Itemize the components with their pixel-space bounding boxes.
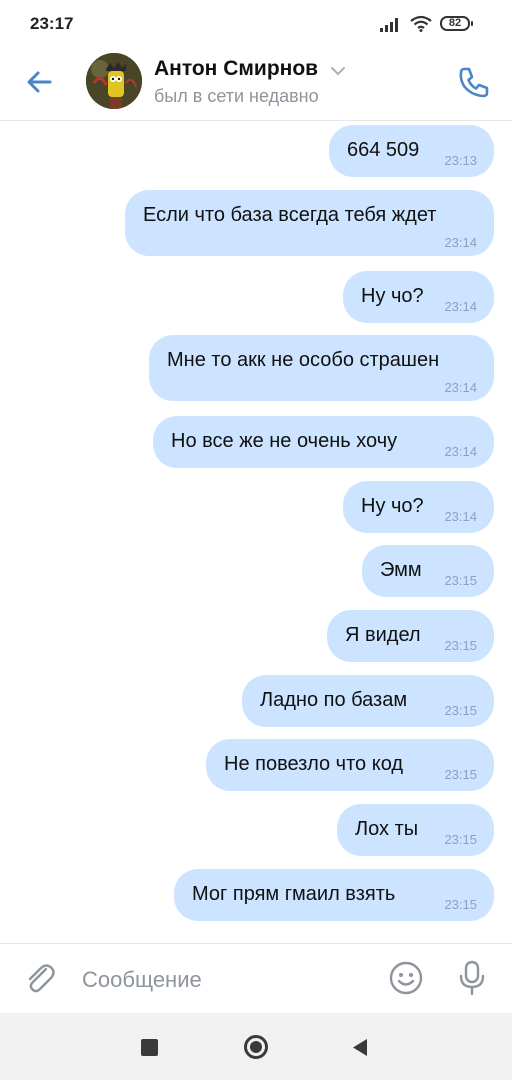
message-bubble[interactable]: Но все же не очень хочу 23:14 [153, 416, 494, 468]
message-time: 23:14 [444, 444, 477, 459]
system-nav-bar [0, 1013, 512, 1080]
emoji-icon[interactable] [388, 960, 424, 996]
message-bubble[interactable]: Мог прям гмаил взять 23:15 [174, 869, 494, 921]
message-text: Ладно по базам [260, 689, 408, 711]
message-text: Мог прям гмаил взять [192, 883, 396, 905]
message-text: Не повезло что код [224, 753, 404, 775]
back-triangle-icon[interactable] [352, 1038, 368, 1057]
message-text: Лох ты [355, 818, 419, 840]
message-bubble[interactable]: Ладно по базам 23:15 [242, 675, 494, 727]
message-text: Эмм [380, 559, 422, 581]
message-time: 23:15 [444, 897, 477, 912]
recents-square-icon[interactable] [141, 1039, 158, 1056]
paperclip-icon[interactable] [22, 960, 58, 996]
chat-header: Антон Смирнов был в сети недавно [0, 48, 512, 121]
status-icons: 82 [380, 14, 490, 34]
message-text: Но все же не очень хочу [171, 430, 398, 452]
message-time: 23:15 [444, 767, 477, 782]
battery-icon: 82 [440, 16, 473, 31]
message-list[interactable]: 664 509 23:13 Если что база всегда тебя … [0, 121, 512, 943]
wifi-icon [410, 15, 432, 32]
chevron-down-icon[interactable] [330, 66, 346, 76]
message-input[interactable] [80, 960, 374, 1000]
message-time: 23:14 [444, 509, 477, 524]
message-text: Мне то акк не особо страшен [167, 349, 440, 371]
microphone-icon[interactable] [454, 959, 490, 997]
home-circle-icon[interactable] [244, 1035, 268, 1059]
avatar-image [86, 53, 142, 109]
message-bubble[interactable]: Ну чо? 23:14 [343, 271, 494, 323]
message-text: Ну чо? [361, 495, 424, 517]
message-time: 23:14 [444, 380, 477, 395]
signal-icon [380, 18, 398, 32]
composer-bar [0, 943, 512, 1014]
message-time: 23:14 [444, 235, 477, 250]
message-text: Если что база всегда тебя ждет [143, 204, 437, 226]
message-text: 664 509 [347, 139, 420, 161]
message-bubble[interactable]: Не повезло что код 23:15 [206, 739, 494, 791]
message-text: Ну чо? [361, 285, 424, 307]
message-time: 23:15 [444, 703, 477, 718]
message-bubble[interactable]: 664 509 23:13 [329, 125, 494, 177]
message-bubble[interactable]: Мне то акк не особо страшен 23:14 [149, 335, 494, 401]
message-time: 23:13 [444, 153, 477, 168]
status-bar: 23:17 82 [0, 0, 512, 48]
message-bubble[interactable]: Ну чо? 23:14 [343, 481, 494, 533]
status-time: 23:17 [30, 14, 74, 33]
message-bubble[interactable]: Если что база всегда тебя ждет 23:14 [125, 190, 494, 256]
message-bubble[interactable]: Я видел 23:15 [327, 610, 494, 662]
phone-icon[interactable] [454, 62, 494, 102]
avatar[interactable] [86, 53, 142, 109]
back-arrow-icon[interactable] [20, 62, 60, 102]
message-time: 23:15 [444, 638, 477, 653]
message-bubble[interactable]: Эмм 23:15 [362, 545, 494, 597]
message-time: 23:14 [444, 299, 477, 314]
message-time: 23:15 [444, 832, 477, 847]
contact-status: был в сети недавно [154, 86, 319, 106]
message-time: 23:15 [444, 573, 477, 588]
message-text: Я видел [345, 624, 421, 646]
contact-name[interactable]: Антон Смирнов [154, 57, 318, 81]
message-bubble[interactable]: Лох ты 23:15 [337, 804, 494, 856]
